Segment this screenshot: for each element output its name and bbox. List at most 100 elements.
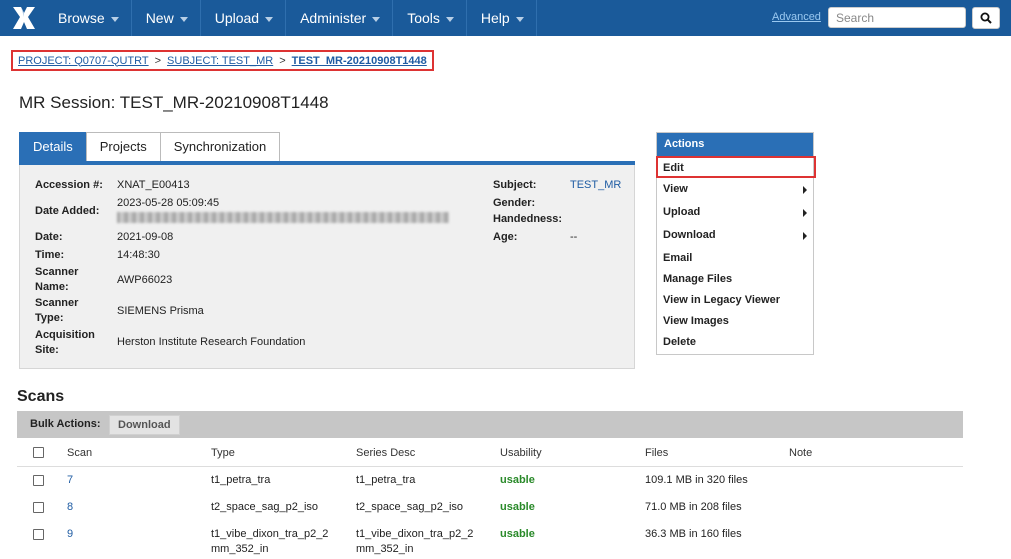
nav-browse-label: Browse	[58, 10, 105, 26]
nav-administer[interactable]: Administer	[286, 0, 394, 36]
scan-id-link[interactable]: 8	[67, 500, 73, 514]
action-view-legacy-viewer[interactable]: View in Legacy Viewer	[663, 294, 807, 306]
xnat-logo-icon[interactable]	[10, 4, 38, 32]
acquisition-site-label-line1: Acquisition	[35, 329, 95, 341]
scan-type: t1_vibe_dixon_tra_p2_2	[211, 528, 329, 540]
action-upload[interactable]: Upload	[663, 206, 807, 218]
col-note[interactable]: Note	[789, 447, 812, 459]
search-input[interactable]	[828, 7, 966, 28]
time-label: Time:	[35, 249, 65, 261]
tab-synchronization[interactable]: Synchronization	[159, 132, 281, 161]
subject-link[interactable]: TEST_MR	[570, 178, 621, 193]
col-scan[interactable]: Scan	[67, 447, 92, 459]
action-email[interactable]: Email	[663, 252, 807, 264]
action-view[interactable]: View	[663, 183, 807, 195]
time-value: 14:48:30	[117, 249, 160, 261]
top-nav-bar: Browse New Upload Administer Tools Help …	[0, 0, 1011, 36]
scan-usability: usable	[500, 474, 535, 486]
action-download[interactable]: Download	[663, 229, 807, 241]
main-menu: Browse New Upload Administer Tools Help	[44, 0, 537, 36]
nav-new-label: New	[145, 10, 174, 26]
breadcrumb-separator: >	[154, 54, 162, 67]
row-checkbox[interactable]	[33, 529, 44, 540]
chevron-down-icon	[372, 16, 381, 22]
acquisition-site-label-line2: Site:	[35, 344, 59, 356]
scanner-name-value: AWP66023	[117, 274, 173, 286]
scanner-type-label-line2: Type:	[35, 312, 64, 324]
search-button[interactable]	[972, 7, 1000, 29]
action-delete[interactable]: Delete	[663, 336, 807, 348]
nav-browse[interactable]: Browse	[44, 0, 132, 36]
chevron-right-icon	[803, 232, 807, 240]
col-type[interactable]: Type	[211, 447, 235, 459]
nav-help[interactable]: Help	[467, 0, 537, 36]
chevron-right-icon	[803, 209, 807, 217]
scanner-name-label-line1: Scanner	[35, 266, 79, 278]
scanner-type-label-line1: Scanner	[35, 297, 79, 309]
action-upload-label: Upload	[663, 206, 701, 218]
bulk-actions-bar: Bulk Actions: Download	[17, 411, 963, 438]
tab-details[interactable]: Details	[19, 132, 87, 161]
scans-table-header: Scan Type Series Desc Usability Files No…	[17, 438, 963, 467]
action-view-label: View	[663, 183, 688, 195]
row-checkbox[interactable]	[33, 475, 44, 486]
gender-label: Gender:	[493, 197, 536, 209]
actions-header: Actions	[657, 133, 813, 156]
chevron-down-icon	[515, 16, 524, 22]
chevron-down-icon	[445, 16, 454, 22]
chevron-right-icon	[803, 186, 807, 194]
scan-usability: usable	[500, 528, 535, 540]
acquisition-site-value: Herston Institute Research Foundation	[117, 336, 306, 348]
nav-tools[interactable]: Tools	[393, 0, 467, 36]
scans-heading: Scans	[17, 388, 65, 405]
chevron-down-icon	[179, 16, 188, 22]
scan-id-link[interactable]: 7	[67, 473, 73, 487]
scan-series-desc: t2_space_sag_p2_iso	[356, 501, 464, 513]
scan-type: t1_petra_tra	[211, 474, 271, 486]
date-added-label: Date Added:	[35, 205, 100, 217]
age-label: Age:	[493, 231, 518, 243]
action-view-images[interactable]: View Images	[663, 315, 807, 327]
bulk-actions-label: Bulk Actions:	[30, 418, 101, 430]
scanner-type-value: SIEMENS Prisma	[117, 305, 204, 317]
action-manage-files[interactable]: Manage Files	[663, 273, 807, 285]
handedness-label: Handedness:	[493, 213, 563, 225]
select-all-checkbox[interactable]	[33, 447, 44, 458]
date-added-value: 2023-05-28 05:09:45	[117, 197, 220, 209]
age-value: --	[570, 231, 578, 243]
scan-id-link[interactable]: 9	[67, 527, 73, 541]
search-icon	[980, 12, 992, 24]
redacted-text	[117, 212, 449, 223]
scanner-name-label-line2: Name:	[35, 281, 69, 293]
col-usability[interactable]: Usability	[500, 447, 542, 459]
advanced-search-link[interactable]: Advanced	[772, 11, 821, 23]
row-checkbox[interactable]	[33, 502, 44, 513]
scan-type: t2_space_sag_p2_iso	[211, 501, 319, 513]
scan-files: 36.3 MB in 160 files	[645, 528, 742, 540]
col-series-desc[interactable]: Series Desc	[356, 447, 415, 459]
bulk-download-button[interactable]: Download	[109, 415, 180, 435]
scan-series-desc: t1_vibe_dixon_tra_p2_2	[356, 528, 474, 540]
scan-files: 71.0 MB in 208 files	[645, 501, 742, 513]
breadcrumb-session[interactable]: TEST_MR-20210908T1448	[292, 55, 427, 67]
tab-bar: Details Projects Synchronization	[19, 132, 281, 161]
nav-new[interactable]: New	[132, 0, 201, 36]
accession-label: Accession #:	[35, 179, 103, 191]
nav-upload-label: Upload	[214, 10, 260, 26]
nav-upload[interactable]: Upload	[201, 0, 287, 36]
scan-files: 109.1 MB in 320 files	[645, 474, 748, 486]
action-download-label: Download	[663, 229, 716, 241]
date-value: 2021-09-08	[117, 231, 174, 243]
edit-highlight-box	[656, 156, 816, 178]
breadcrumb-subject[interactable]: SUBJECT: TEST_MR	[167, 55, 273, 67]
nav-help-label: Help	[480, 10, 510, 26]
scan-usability: usable	[500, 501, 535, 513]
tab-projects[interactable]: Projects	[85, 132, 161, 161]
details-panel	[19, 165, 635, 369]
page-title: MR Session: TEST_MR-20210908T1448	[19, 93, 329, 112]
breadcrumb-project[interactable]: PROJECT: Q0707-QUTRT	[18, 55, 149, 67]
chevron-down-icon	[110, 16, 119, 22]
col-files[interactable]: Files	[645, 447, 668, 459]
breadcrumb-separator: >	[279, 54, 286, 67]
scan-type-wrap: mm_352_in	[211, 543, 269, 555]
